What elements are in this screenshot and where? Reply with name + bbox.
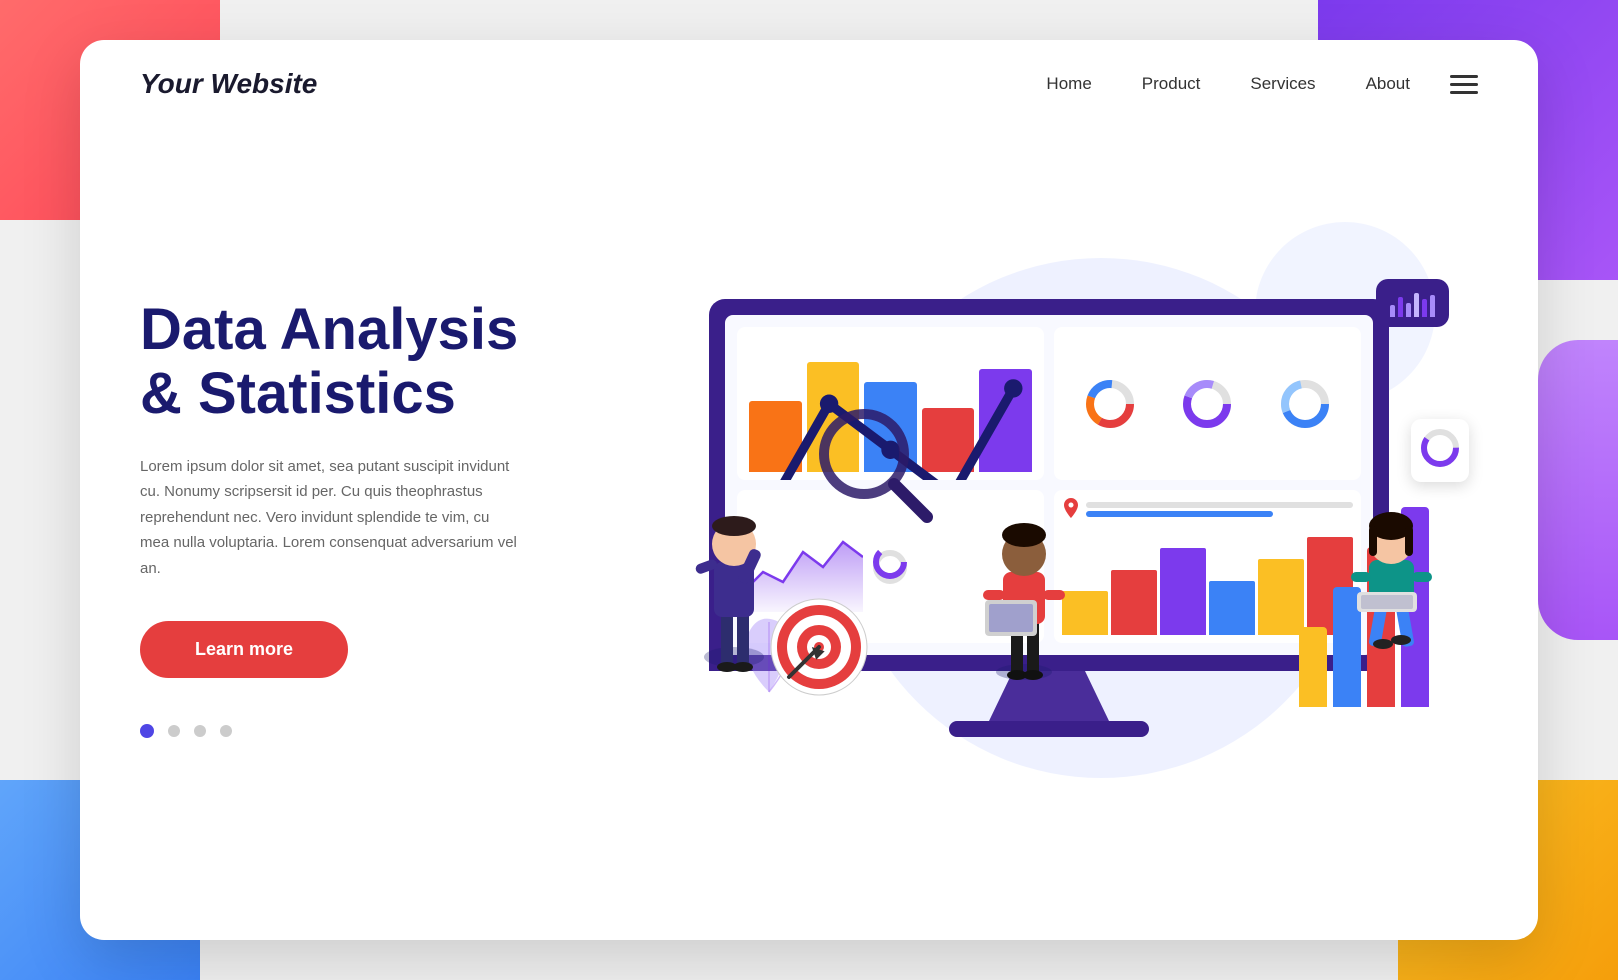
dot-2[interactable] [168, 725, 180, 737]
dot-4[interactable] [220, 725, 232, 737]
hero-title: Data Analysis & Statistics [140, 298, 580, 426]
donut-chart-2 [1181, 378, 1233, 430]
small-donut-card [1411, 419, 1469, 482]
hamburger-line3 [1450, 91, 1478, 94]
person-analyst-center [969, 482, 1079, 687]
mini-bar-4 [1209, 581, 1255, 636]
main-card: Your Website Home Product Services About… [80, 40, 1538, 940]
mini-bar-2 [1111, 570, 1157, 635]
fc-bar-4 [1414, 293, 1419, 317]
donut-chart-3 [1279, 378, 1331, 430]
monitor-wrapper [709, 299, 1389, 737]
hero-description: Lorem ipsum dolor sit amet, sea putant s… [140, 454, 520, 582]
nav-links: Home Product Services About [1046, 74, 1410, 94]
hero-title-line1: Data Analysis [140, 297, 518, 362]
hamburger-line1 [1450, 75, 1478, 78]
dot-1[interactable] [140, 724, 154, 738]
person-analyst-left [679, 472, 789, 677]
learn-more-button[interactable]: Learn more [140, 621, 348, 678]
fc-bar-6 [1430, 295, 1435, 317]
monitor-base [949, 721, 1149, 737]
hero-section: Data Analysis & Statistics Lorem ipsum d… [80, 128, 1538, 928]
magnifier-icon [809, 399, 939, 534]
hamburger-line2 [1450, 83, 1478, 86]
fc-bar-2 [1398, 297, 1403, 317]
navbar: Your Website Home Product Services About [80, 40, 1538, 128]
fc-bar-1 [1390, 305, 1395, 317]
mini-bar-3 [1160, 548, 1206, 635]
fc-bar-3 [1406, 303, 1411, 317]
nav-home[interactable]: Home [1046, 74, 1091, 93]
dot-3[interactable] [194, 725, 206, 737]
person-analyst-right [1339, 492, 1459, 657]
floating-stats-card [1376, 279, 1449, 327]
stat-line-2 [1086, 511, 1273, 517]
hero-illustration [620, 148, 1478, 888]
floating-card-bars [1390, 289, 1435, 317]
outside-bar-1 [1299, 627, 1327, 707]
bg-mid-right [1538, 340, 1618, 640]
hero-title-line2: & Statistics [140, 361, 456, 426]
nav-services[interactable]: Services [1250, 74, 1315, 93]
carousel-dots [140, 724, 580, 738]
nav-about[interactable]: About [1366, 74, 1410, 93]
hero-left: Data Analysis & Statistics Lorem ipsum d… [140, 298, 620, 738]
fc-bar-5 [1422, 299, 1427, 317]
donut-chart-1 [1084, 378, 1136, 430]
brand-logo: Your Website [140, 68, 317, 100]
donut-charts-panel [1054, 327, 1361, 480]
mini-bar-5 [1258, 559, 1304, 635]
mini-donut-bl [871, 548, 909, 586]
hamburger-menu[interactable] [1450, 75, 1478, 94]
nav-product[interactable]: Product [1142, 74, 1201, 93]
